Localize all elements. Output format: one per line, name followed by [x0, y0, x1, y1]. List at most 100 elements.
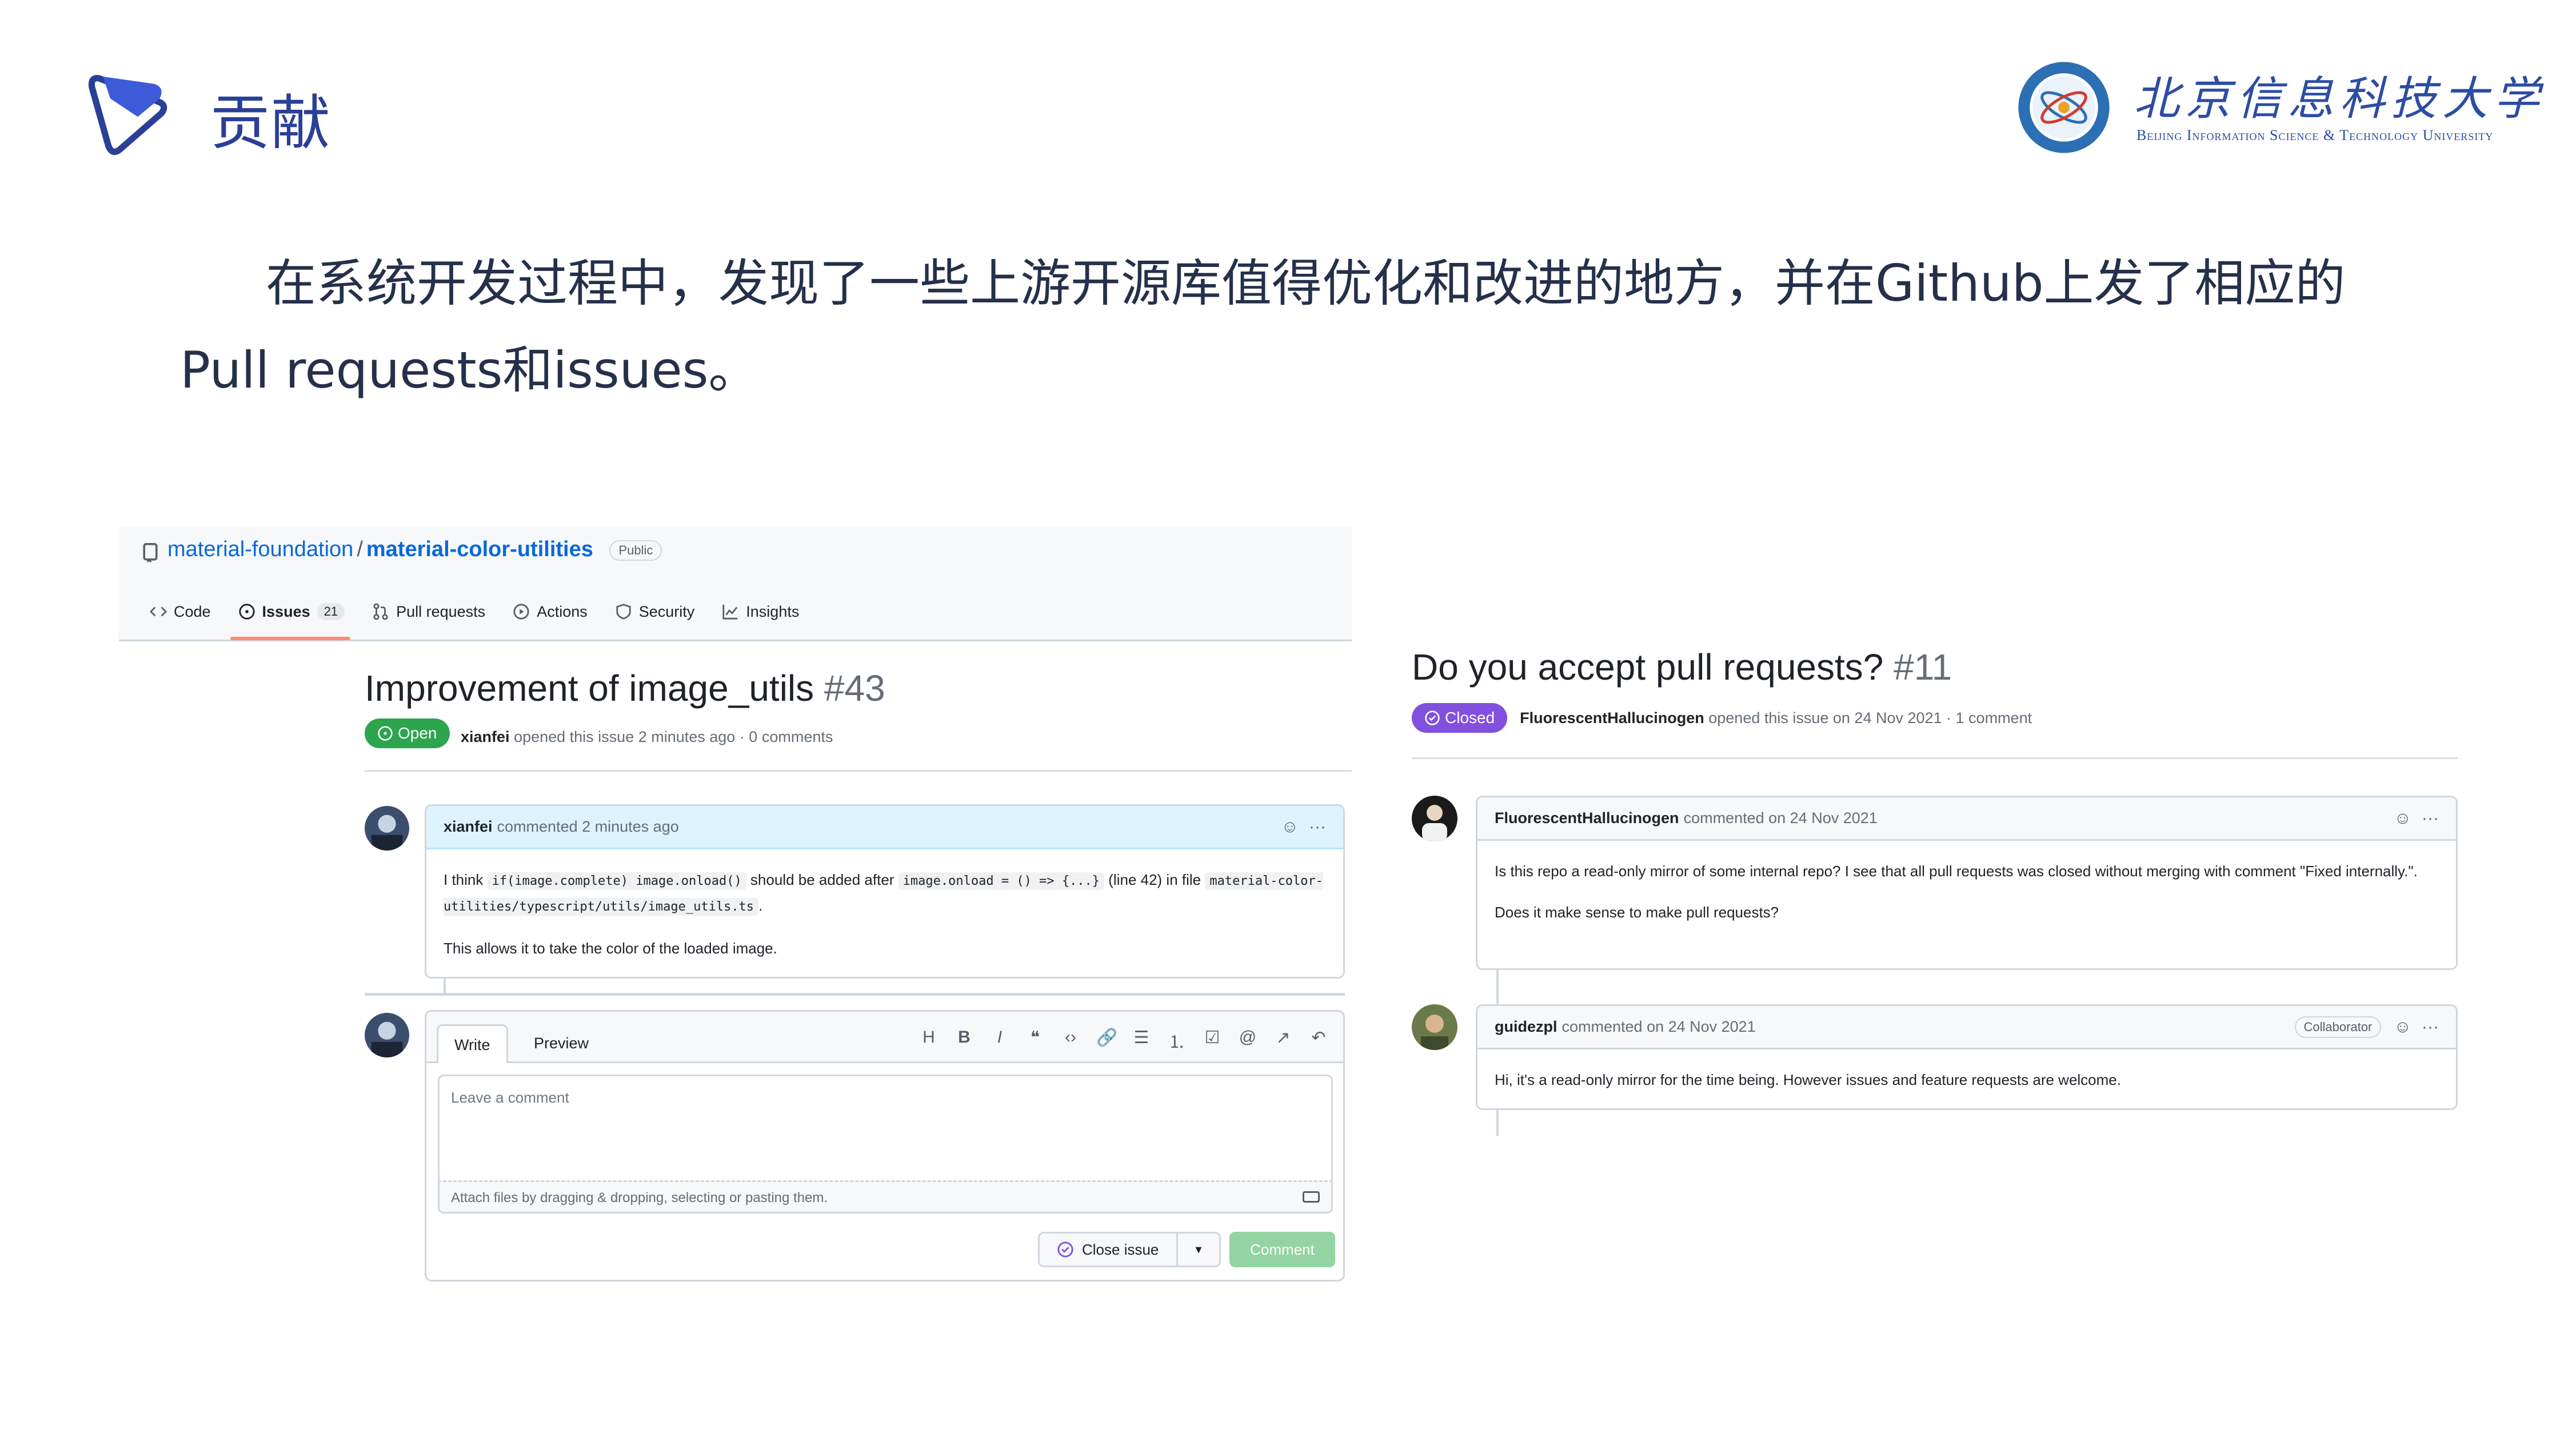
issue-meta: xianfei opened this issue 2 minutes ago … [461, 728, 833, 746]
collaborator-badge: Collaborator [2294, 1016, 2382, 1038]
tab-actions[interactable]: Actions [505, 598, 596, 625]
tab-code[interactable]: Code [142, 598, 219, 625]
comment-card: xianfei commented 2 minutes ago ☺ ··· I t… [425, 804, 1345, 979]
avatar[interactable] [1412, 796, 1457, 841]
play-icon [513, 604, 529, 620]
slide-title: 贡献 [210, 88, 332, 158]
tab-label: Pull requests [396, 602, 486, 620]
comment-header: FluorescentHallucinogen commented on 24 … [1477, 797, 2456, 841]
tab-label: Insights [746, 602, 800, 620]
repo-name-link[interactable]: material-color-utilities [366, 537, 593, 561]
text-span: . [758, 897, 763, 914]
comment-card: guidezpl commented on 24 Nov 2021 Collab… [1476, 1004, 2458, 1110]
comment-paragraph: Is this repo a read-only mirror of some … [1495, 863, 2418, 880]
inline-code: image.onload = () => {...} [898, 872, 1105, 890]
issue-title: Improvement of image_utils #43 [365, 667, 885, 709]
chevron-down-icon[interactable]: ▾ [1176, 1234, 1219, 1266]
issue-meta-text: opened this issue on 24 Nov 2021 · 1 com… [1708, 709, 2032, 727]
timeline-divider [365, 993, 1345, 996]
avatar[interactable] [365, 1013, 409, 1057]
text-span: (line 42) in file [1104, 871, 1205, 888]
attach-files-bar[interactable]: Attach files by dragging & dropping, sel… [438, 1180, 1333, 1214]
issue-number: #43 [824, 668, 885, 709]
link-icon[interactable]: 🔗 [1096, 1028, 1117, 1053]
selected-tab-indicator [230, 637, 350, 640]
more-options-icon[interactable]: ··· [1309, 817, 1326, 837]
university-name-cn: 北京信息科技大学 [2134, 72, 2545, 125]
close-issue-button[interactable]: Close issue ▾ [1038, 1232, 1221, 1267]
more-options-icon[interactable]: ··· [2422, 809, 2439, 828]
issue-meta: FluorescentHallucinogen opened this issu… [1520, 709, 2032, 727]
attach-hint: Attach files by dragging & dropping, sel… [451, 1190, 828, 1206]
more-options-icon[interactable]: ··· [2422, 1017, 2439, 1037]
issue-title-text: Do you accept pull requests? [1412, 646, 1884, 688]
quote-icon[interactable]: ❝ [1025, 1028, 1045, 1053]
visibility-badge: Public [609, 540, 662, 561]
task-list-icon[interactable]: ☑ [1203, 1028, 1222, 1053]
numbered-list-icon[interactable]: ⒈ [1167, 1028, 1187, 1053]
tab-label: Actions [537, 602, 588, 620]
comment-author-link[interactable]: FluorescentHallucinogen [1495, 809, 1679, 827]
tab-write[interactable]: Write [437, 1024, 508, 1063]
avatar[interactable] [1412, 1004, 1457, 1050]
comment-header: guidezpl commented on 24 Nov 2021 Collab… [1477, 1006, 2456, 1049]
presentation-logo-icon [88, 75, 167, 155]
issue-title-text: Improvement of image_utils [365, 668, 814, 709]
issue-open-icon [378, 726, 393, 741]
code-icon [150, 606, 167, 617]
bold-icon[interactable]: B [954, 1028, 974, 1053]
shield-icon [616, 604, 631, 620]
comment-body: Is this repo a read-only mirror of some … [1477, 841, 2456, 943]
inline-code: if(image.complete) image.onload() [487, 872, 746, 890]
comment-author-link[interactable]: guidezpl [1495, 1018, 1557, 1036]
emoji-reaction-icon[interactable]: ☺ [1281, 817, 1299, 837]
issue-author-link[interactable]: FluorescentHallucinogen [1520, 709, 1704, 727]
reference-icon[interactable]: ↗ [1273, 1028, 1293, 1053]
comment-editor: Write Preview H B I ❝ ‹› 🔗 ☰ ⒈ ☑ @ ↗ ↶ L… [425, 1010, 1345, 1282]
tab-preview[interactable]: Preview [518, 1024, 605, 1063]
header-divider [1412, 757, 2458, 759]
repo-header: material-foundation / material-color-utili… [119, 527, 1352, 641]
tab-label: Code [174, 602, 211, 620]
comment-body: Hi, it's a read-only mirror for the time… [1477, 1049, 2456, 1108]
intro-paragraph: 在系统开发过程中，发现了一些上游开源库值得优化和改进的地方，并在Github上发… [180, 254, 2346, 400]
timeline-line [1496, 1110, 1499, 1136]
avatar-image [365, 806, 409, 851]
avatar[interactable] [365, 806, 409, 851]
avatar-image [1412, 796, 1457, 841]
mention-icon[interactable]: @ [1238, 1028, 1257, 1053]
undo-icon[interactable]: ↶ [1309, 1028, 1328, 1053]
issue-author-link[interactable]: xianfei [461, 728, 510, 745]
comment-time: commented on 24 Nov 2021 [1561, 1018, 1756, 1035]
graph-icon [722, 604, 738, 620]
tab-security[interactable]: Security [607, 598, 703, 625]
emoji-reaction-icon[interactable]: ☺ [2394, 809, 2411, 828]
comment-author-link[interactable]: xianfei [444, 818, 493, 836]
italic-icon[interactable]: I [990, 1028, 1009, 1053]
tab-insights[interactable]: Insights [714, 598, 807, 625]
timeline-line [1496, 970, 1499, 1004]
issue-meta-text: opened this issue 2 minutes ago · 0 comm… [514, 728, 833, 745]
comment-button[interactable]: Comment [1229, 1232, 1335, 1267]
comment-paragraph: Hi, it's a read-only mirror for the time… [1495, 1071, 2121, 1088]
text-span: should be added after [746, 871, 898, 888]
issue-state-label: Closed [1445, 709, 1495, 727]
issue-43-screenshot: material-foundation / material-color-utili… [119, 527, 1352, 1287]
issues-counter: 21 [317, 603, 345, 620]
comment-paragraph: Does it make sense to make pull requests… [1495, 904, 1779, 921]
heading-icon[interactable]: H [919, 1028, 938, 1053]
issue-meta-row: Closed FluorescentHallucinogen opened th… [1412, 703, 2032, 733]
code-icon[interactable]: ‹› [1061, 1028, 1080, 1053]
repo-owner-link[interactable]: material-foundation [167, 537, 353, 561]
repo-icon [143, 543, 158, 563]
tab-pull-requests[interactable]: Pull requests [364, 598, 493, 625]
check-circle-icon [1425, 710, 1440, 725]
issue-title: Do you accept pull requests? #11 [1412, 646, 1952, 688]
comment-time: commented on 24 Nov 2021 [1683, 809, 1878, 827]
bulleted-list-icon[interactable]: ☰ [1132, 1028, 1151, 1053]
breadcrumb-separator: / [357, 537, 363, 561]
repo-breadcrumb: material-foundation / material-color-utili… [167, 537, 662, 562]
comment-textarea[interactable]: Leave a comment [438, 1075, 1333, 1180]
emoji-reaction-icon[interactable]: ☺ [2394, 1017, 2411, 1037]
tab-issues[interactable]: Issues 21 [230, 598, 353, 625]
